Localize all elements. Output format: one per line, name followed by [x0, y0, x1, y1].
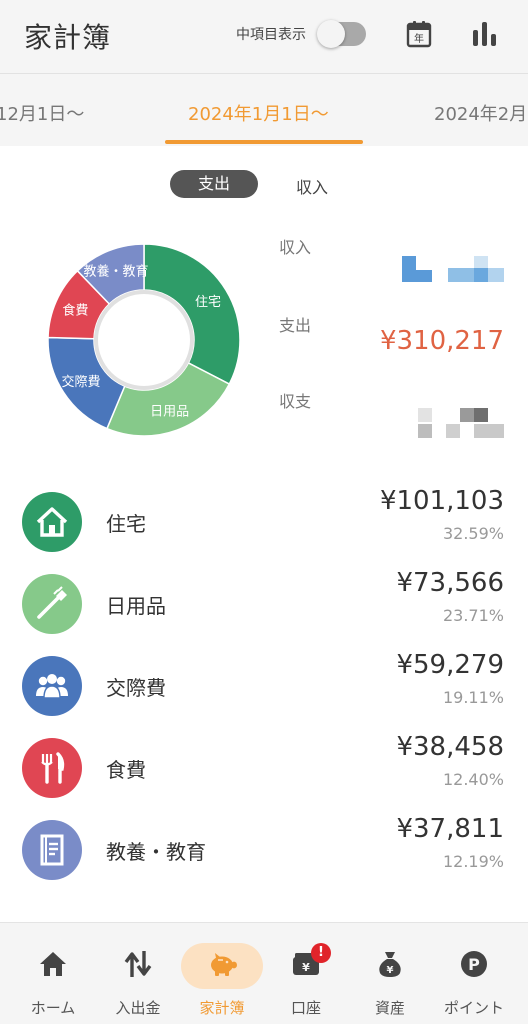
tab-assets[interactable]: ¥ 資産 — [346, 923, 434, 1024]
summary-balance-value-blurred — [418, 408, 504, 438]
tab-label: 資産 — [374, 999, 405, 1017]
tab-label: ポイント — [443, 999, 504, 1017]
tab-label: ホーム — [30, 999, 76, 1017]
calendar-year-icon[interactable]: 年 — [406, 20, 432, 48]
category-name: 日用品 — [106, 594, 166, 618]
piggy-bank-icon — [211, 953, 237, 976]
home-icon — [40, 952, 66, 976]
tab-accounts[interactable]: ¥ ! 口座 — [262, 923, 350, 1024]
tab-label: 入出金 — [115, 999, 161, 1017]
notification-badge: ! — [311, 943, 331, 963]
summary-income-label: 収入 — [279, 238, 312, 257]
category-percent: 19.11% — [442, 688, 504, 707]
summary-expense-value: ¥310,217 — [379, 326, 504, 356]
category-name: 交際費 — [106, 676, 166, 700]
book-icon — [40, 834, 64, 866]
category-row-food[interactable]: 食費 ¥38,458 12.40% — [0, 732, 528, 820]
donut-slice-label-0: 住宅 — [195, 295, 221, 310]
period-prev[interactable]: 12月1日〜 — [0, 100, 84, 126]
tab-home[interactable]: ホーム — [9, 923, 97, 1024]
middle-category-toggle[interactable] — [317, 20, 366, 48]
period-next[interactable]: 2024年2月1日〜 — [434, 100, 528, 126]
period-active-indicator — [165, 140, 363, 144]
donut-slice-label-3: 食費 — [62, 303, 88, 319]
svg-text:¥: ¥ — [302, 961, 310, 974]
tab-household-book[interactable]: 家計簿 — [178, 923, 266, 1024]
category-amount: ¥38,458 — [396, 732, 504, 762]
category-icon-bg — [22, 738, 82, 798]
toggle-knob — [317, 20, 345, 48]
category-icon-bg — [22, 820, 82, 880]
category-percent: 12.19% — [442, 852, 504, 871]
svg-text:¥: ¥ — [387, 965, 394, 976]
category-amount: ¥101,103 — [379, 486, 504, 516]
tab-transactions[interactable]: 入出金 — [94, 923, 182, 1024]
money-bag-icon: ¥ — [379, 952, 401, 977]
segment-income[interactable]: 収入 — [296, 174, 328, 198]
category-percent: 23.71% — [442, 606, 504, 625]
category-name: 教養・教育 — [106, 840, 206, 864]
point-icon: P — [461, 951, 487, 977]
main-content: 支出 収入 住宅 日用品 交際費 食費 教養・教育 収入 支出 収支 ¥310,217 … — [0, 146, 528, 922]
summary-expense-label: 支出 — [279, 316, 312, 335]
donut-hole — [94, 290, 194, 390]
house-icon — [36, 507, 68, 537]
category-row-education[interactable]: 教養・教育 ¥37,811 12.19% — [0, 814, 528, 902]
category-icon-bg — [22, 656, 82, 716]
people-icon — [36, 674, 68, 699]
donut-slice-label-2: 交際費 — [62, 374, 101, 390]
middle-category-toggle-label: 中項目表示 — [236, 27, 306, 43]
tab-label: 家計簿 — [199, 999, 245, 1017]
period-current[interactable]: 2024年1月1日〜 — [188, 100, 329, 126]
category-amount: ¥37,811 — [396, 814, 504, 844]
summary-balance-label: 収支 — [279, 392, 312, 411]
category-row-daily-goods[interactable]: 日用品 ¥73,566 23.71% — [0, 568, 528, 656]
calendar-year-glyph: 年 — [414, 32, 424, 45]
tab-points[interactable]: P ポイント — [430, 923, 518, 1024]
category-name: 食費 — [106, 758, 146, 782]
category-percent: 32.59% — [442, 524, 504, 543]
category-row-housing[interactable]: 住宅 ¥101,103 32.59% — [0, 486, 528, 574]
toothbrush-icon — [37, 586, 67, 619]
bar-chart-icon[interactable] — [470, 20, 500, 48]
page-title: 家計簿 — [24, 21, 112, 54]
category-row-social[interactable]: 交際費 ¥59,279 19.11% — [0, 650, 528, 738]
transfer-arrows-icon — [124, 951, 152, 977]
fork-knife-icon — [41, 752, 65, 784]
donut-slice-label-1: 日用品 — [150, 404, 189, 419]
category-icon-bg — [22, 574, 82, 634]
app-header: 家計簿 中項目表示 年 — [0, 0, 528, 74]
expense-donut-chart: 住宅日用品 交際費 食費 教養・教育 — [47, 243, 241, 437]
bottom-tab-bar: ホーム 入出金 家計簿 ¥ ! 口座 ¥ 資産 P ポイント — [0, 922, 528, 1024]
donut-slice-label-4: 教養・教育 — [83, 263, 148, 279]
tab-label: 口座 — [290, 999, 321, 1017]
period-selector: 12月1日〜 2024年1月1日〜 2024年2月1日〜 — [0, 74, 528, 146]
category-percent: 12.40% — [442, 770, 504, 789]
category-icon-bg — [22, 492, 82, 552]
category-amount: ¥59,279 — [396, 650, 504, 680]
summary-income-value-blurred — [402, 256, 504, 282]
segment-expense[interactable]: 支出 — [170, 170, 258, 198]
category-amount: ¥73,566 — [396, 568, 504, 598]
svg-text:P: P — [468, 955, 480, 974]
category-name: 住宅 — [106, 512, 146, 536]
